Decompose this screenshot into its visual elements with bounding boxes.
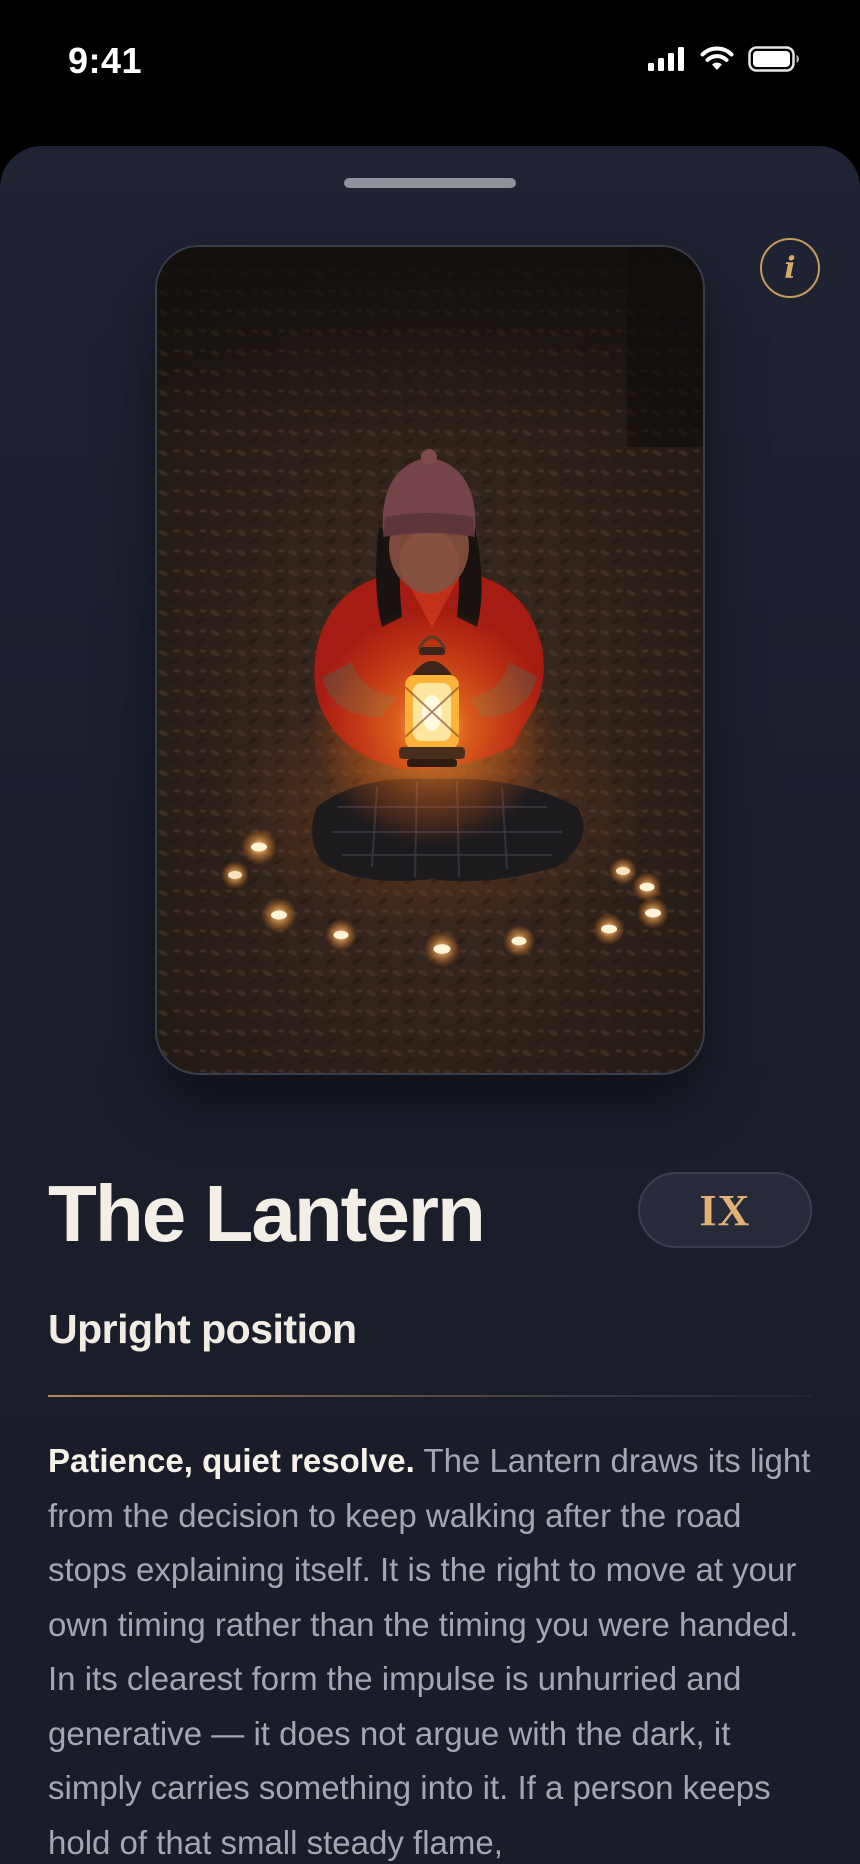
divider: [48, 1395, 812, 1397]
sheet-grabber[interactable]: [344, 178, 516, 188]
signal-icon: [648, 47, 684, 71]
info-button[interactable]: i: [760, 238, 820, 298]
numeral-badge: IX: [638, 1172, 812, 1248]
description-text: The Lantern draws its light from the dec…: [48, 1442, 811, 1861]
position-subtitle: Upright position: [48, 1306, 357, 1352]
card-description: Patience, quiet resolve. The Lantern dra…: [48, 1434, 820, 1864]
battery-icon: [748, 46, 799, 72]
status-bar: 9:41: [0, 0, 860, 140]
card-title: The Lantern: [48, 1169, 486, 1258]
info-icon: i: [784, 250, 796, 286]
description-lead: Patience, quiet resolve.: [48, 1442, 415, 1479]
status-time: 9:41: [68, 40, 143, 81]
lantern: [312, 607, 552, 847]
wifi-icon: [700, 46, 734, 70]
status-icons: [648, 46, 800, 72]
lantern-photo: [157, 247, 703, 1073]
card-image[interactable]: [155, 245, 705, 1075]
card-detail-sheet: i The Lantern IX Upright position Patien…: [0, 146, 860, 1864]
title-row: The Lantern IX: [48, 1166, 812, 1262]
